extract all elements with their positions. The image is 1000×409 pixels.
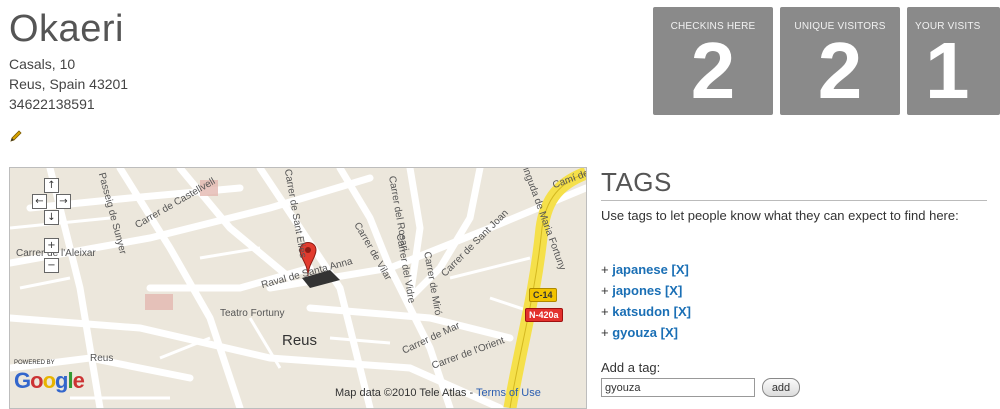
map-pan-zoom-control: ↑ ← → ↓ + −	[32, 178, 71, 288]
tag-prefix: +	[601, 325, 609, 340]
stat-your-visits-value: 1	[925, 26, 970, 115]
road-badge-c14: C-14	[529, 288, 557, 302]
map-poi-label: Teatro Fortuny	[220, 308, 285, 319]
venue-address-line1: Casals, 10	[9, 56, 76, 72]
add-tag-input[interactable]	[601, 378, 755, 397]
venue-address-line2: Reus, Spain 43201	[9, 76, 129, 92]
stat-your-visits: YOUR VISITS 1	[907, 7, 1000, 115]
tag-prefix: +	[601, 283, 609, 298]
stat-checkins: CHECKINS HERE 2	[653, 7, 773, 115]
map-street-label: Reus	[90, 353, 114, 364]
map-zoom-out-button[interactable]: −	[44, 258, 59, 273]
venue-phone: 34622138591	[9, 96, 95, 112]
list-item: + japanese [X]	[601, 259, 691, 280]
tags-description: Use tags to let people know what they ca…	[601, 208, 959, 223]
tag-link-katsudon[interactable]: katsudon	[612, 304, 670, 319]
map-pan-left-button[interactable]: ←	[32, 194, 47, 209]
stat-checkins-value: 2	[690, 26, 736, 115]
venue-stats: CHECKINS HERE 2 UNIQUE VISITORS 2 YOUR V…	[653, 7, 1000, 115]
map-pan-right-button[interactable]: →	[56, 194, 71, 209]
tag-prefix: +	[601, 262, 609, 277]
map-powered-by: POWERED BY	[14, 360, 55, 366]
add-tag-button[interactable]: add	[762, 378, 800, 397]
list-item: + katsudon [X]	[601, 301, 691, 322]
map-zoom-in-button[interactable]: +	[44, 238, 59, 253]
tag-remove-katsudon[interactable]: [X]	[674, 304, 691, 319]
venue-title: Okaeri	[9, 8, 124, 50]
tags-heading: TAGS	[601, 167, 987, 201]
venue-map[interactable]: Carrer de l'Aleixar Passeig de Sunyer Ca…	[9, 167, 587, 409]
edit-pencil-icon[interactable]	[8, 128, 24, 144]
tag-remove-gyouza[interactable]: [X]	[661, 325, 678, 340]
tag-remove-japanese[interactable]: [X]	[672, 262, 689, 277]
list-item: + japones [X]	[601, 280, 691, 301]
stat-unique-visitors: UNIQUE VISITORS 2	[780, 7, 900, 115]
stat-unique-visitors-value: 2	[817, 26, 863, 115]
google-logo[interactable]: Google	[14, 368, 85, 394]
tag-list: + japanese [X] + japones [X] + katsudon …	[601, 259, 691, 343]
tag-prefix: +	[601, 304, 609, 319]
map-pan-up-button[interactable]: ↑	[44, 178, 59, 193]
map-attribution: Map data ©2010 Tele Atlas - Terms of Use	[335, 387, 541, 399]
map-pan-down-button[interactable]: ↓	[44, 210, 59, 225]
map-attribution-text: Map data ©2010 Tele Atlas	[335, 387, 467, 399]
road-badge-n420a: N-420a	[525, 308, 563, 322]
tag-link-japones[interactable]: japones	[612, 283, 661, 298]
tag-remove-japones[interactable]: [X]	[665, 283, 682, 298]
tag-link-japanese[interactable]: japanese	[612, 262, 668, 277]
list-item: + gyouza [X]	[601, 322, 691, 343]
map-city-label: Reus	[282, 332, 318, 349]
tag-link-gyouza[interactable]: gyouza	[612, 325, 657, 340]
add-tag-label: Add a tag:	[601, 360, 661, 375]
map-terms-link[interactable]: Terms of Use	[476, 387, 541, 399]
